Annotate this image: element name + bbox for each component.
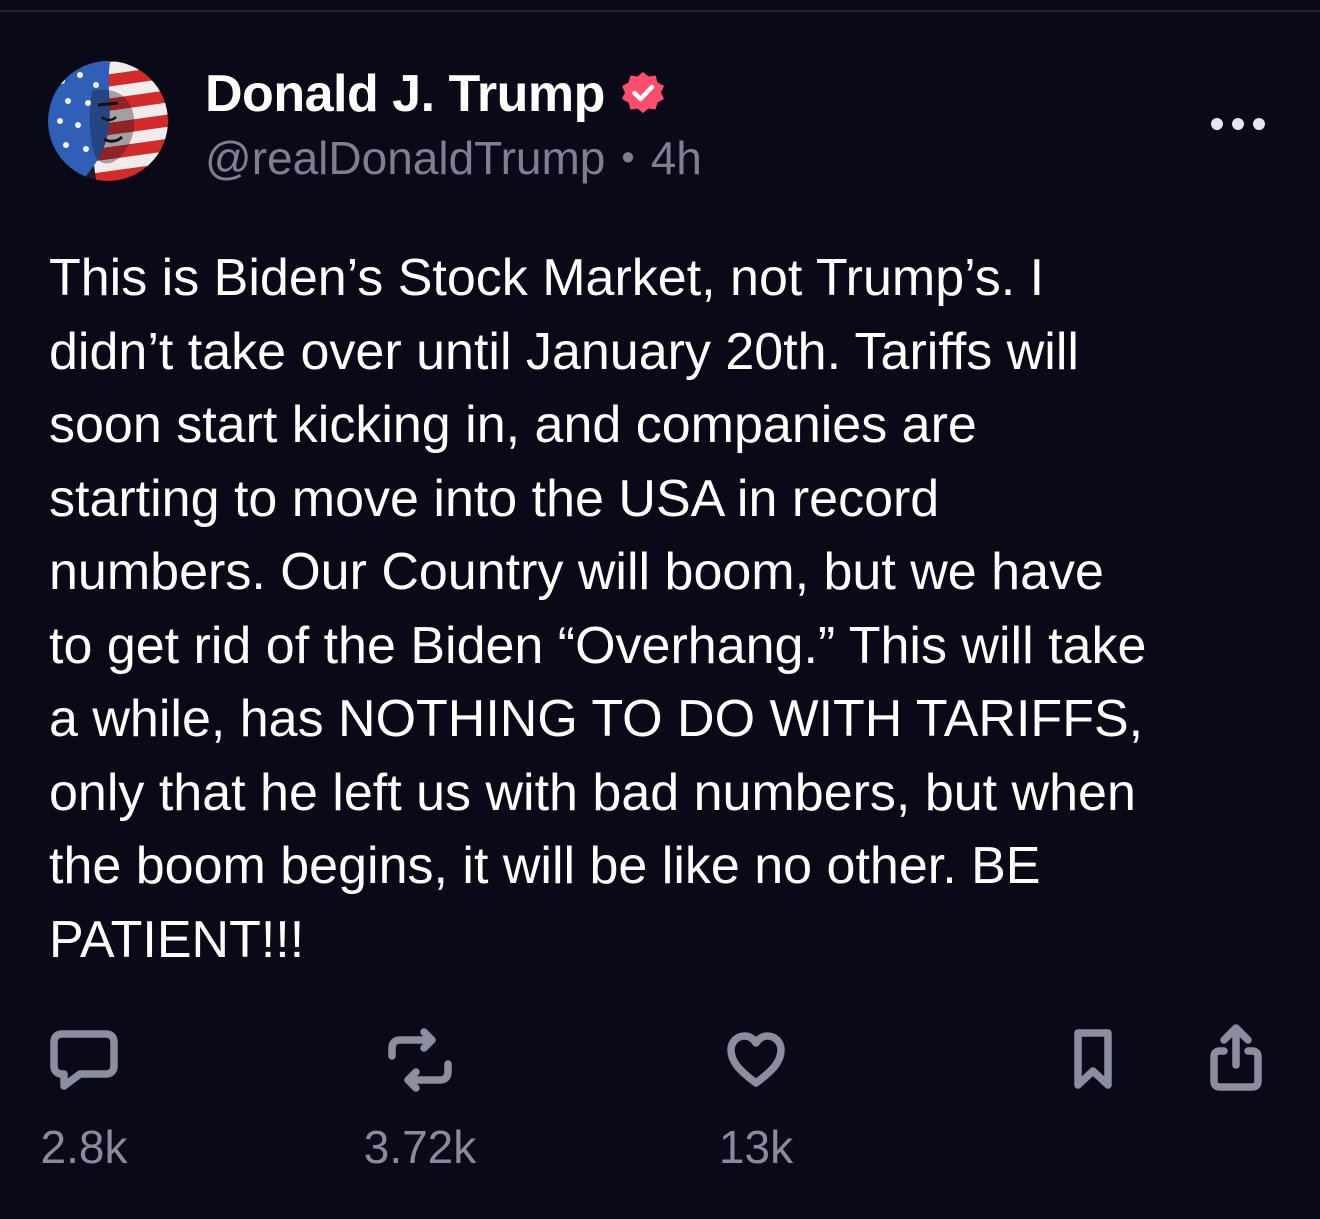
post-timestamp[interactable]: 4h [651, 131, 702, 185]
heart-icon [727, 1032, 785, 1087]
reply-count: 2.8k [40, 1121, 128, 1173]
meta-separator: • [621, 136, 635, 179]
ellipsis-icon [1211, 118, 1265, 130]
share-button[interactable] [1204, 1022, 1268, 1092]
like-button[interactable]: 13k [706, 1028, 806, 1174]
repost-button[interactable]: 3.72k [354, 1028, 486, 1174]
verified-badge-icon [619, 70, 667, 118]
bookmark-icon [1074, 1029, 1112, 1089]
repost-icon [388, 1028, 452, 1092]
post-body-text: This is Biden’s Stock Market, not Trump’… [49, 249, 1147, 969]
reply-button[interactable]: 2.8k [36, 1028, 132, 1174]
author-handle[interactable]: @realDonaldTrump [205, 131, 605, 185]
avatar[interactable] [48, 61, 168, 181]
flag-face-avatar-icon [48, 61, 168, 181]
share-icon [1210, 1024, 1262, 1091]
comment-icon [50, 1030, 118, 1090]
bookmark-button[interactable] [1062, 1026, 1124, 1092]
author-name-row: Donald J. Trump [205, 62, 667, 126]
like-count: 13k [718, 1121, 794, 1173]
top-divider [0, 0, 1320, 12]
more-options-button[interactable] [1202, 104, 1274, 144]
author-display-name[interactable]: Donald J. Trump [205, 64, 605, 124]
repost-count: 3.72k [363, 1121, 477, 1173]
author-meta-row: @realDonaldTrump • 4h [205, 128, 702, 188]
